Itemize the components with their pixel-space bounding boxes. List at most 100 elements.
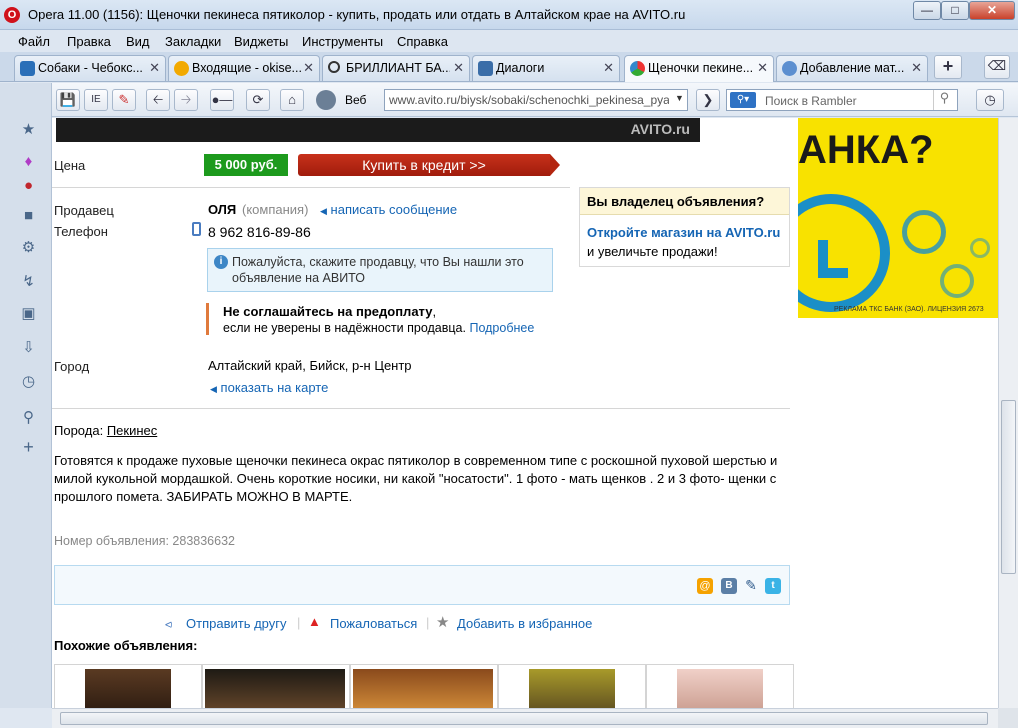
resize-corner[interactable] — [998, 708, 1018, 728]
menu-bar: Файл Правка Вид Закладки Виджеты Инструм… — [0, 30, 1018, 52]
minimize-button[interactable]: — — [913, 1, 941, 20]
forward-arrow-icon[interactable]: 🡢 — [174, 89, 198, 111]
phone-number[interactable]: 8 962 816-89-86 — [208, 224, 311, 240]
tab-5-active[interactable]: Щеночки пекине... ✕ — [624, 55, 774, 82]
rambler-search-engine-icon[interactable]: ⚲▾ — [730, 92, 756, 108]
listing-photo[interactable]: AVITO.ru — [56, 118, 700, 142]
maximize-button[interactable]: □ — [941, 1, 969, 20]
info-icon: i — [214, 255, 228, 269]
more-info-link[interactable]: Подробнее — [469, 321, 534, 335]
notice-text: Пожалуйста, скажите продавцу, что Вы наш… — [232, 255, 524, 285]
reload-icon[interactable]: ⟳ — [246, 89, 270, 111]
close-tab-icon[interactable]: ✕ — [757, 60, 768, 76]
mail-icon[interactable]: @ — [697, 578, 713, 594]
star-icon: ★ — [436, 614, 450, 631]
close-window-button[interactable]: ✕ — [969, 1, 1015, 20]
warning-bold: Не соглашайтесь на предоплату — [223, 304, 433, 319]
address-field[interactable]: www.avito.ru/biysk/sobaki/schenochki_pek… — [384, 89, 688, 111]
price-label: Цена — [54, 158, 86, 173]
clock-icon — [970, 238, 990, 258]
tab-2[interactable]: Входящие - okise... ✕ — [168, 55, 320, 81]
avito-watermark: AVITO.ru — [630, 121, 690, 137]
history-clock-icon[interactable]: ◷ — [976, 89, 1004, 111]
similar-item[interactable] — [498, 664, 646, 708]
search-icon[interactable]: ⚲ — [20, 409, 37, 426]
city-label: Город — [54, 359, 90, 374]
close-tab-icon[interactable]: ✕ — [303, 60, 314, 76]
notes-icon[interactable]: ▣ — [20, 305, 37, 322]
similar-item[interactable] — [646, 664, 794, 708]
write-message-link[interactable]: ◀ написать сообщение — [320, 202, 457, 217]
complain-link[interactable]: Пожаловаться — [330, 616, 417, 631]
scrollbar-thumb[interactable] — [60, 712, 988, 725]
breed-link[interactable]: Пекинес — [107, 423, 157, 438]
similar-item[interactable] — [54, 664, 202, 708]
ie-tab-button[interactable]: IE — [84, 89, 108, 111]
chevron-down-icon[interactable]: ▼ — [675, 93, 685, 103]
new-tab-button[interactable]: + — [934, 55, 962, 79]
similar-item[interactable] — [202, 664, 350, 708]
credit-arrow-icon — [550, 154, 560, 176]
tab-6[interactable]: Добавление мат... ✕ — [776, 55, 928, 81]
tab-bar: Собаки - Чебокс... ✕ Входящие - okise...… — [0, 52, 1018, 82]
menu-widgets[interactable]: Виджеты — [234, 34, 288, 49]
menu-tools[interactable]: Инструменты — [302, 34, 383, 49]
owner-box-title: Вы владелец объявления? — [587, 194, 765, 209]
menu-file[interactable]: Файл — [18, 34, 50, 49]
livejournal-icon[interactable]: ✎ — [743, 577, 759, 593]
gear-icon[interactable]: ⚙ — [20, 239, 37, 256]
horizontal-scrollbar[interactable] — [52, 708, 998, 728]
open-shop-link[interactable]: Откройте магазин на AVITO.ru — [587, 225, 780, 240]
history-clock-icon[interactable]: ◷ — [20, 373, 37, 390]
search-field[interactable]: ⚲▾ Поиск в Rambler ⚲ — [726, 89, 958, 111]
menu-bookmarks[interactable]: Закладки — [165, 34, 221, 49]
separator: | — [426, 615, 430, 630]
back-arrow-icon[interactable]: 🡠 — [146, 89, 170, 111]
similar-item[interactable] — [350, 664, 498, 708]
favorite-link[interactable]: Добавить в избранное — [457, 616, 592, 631]
opera-logo-icon[interactable]: O — [4, 7, 20, 23]
transfers-icon[interactable]: ↯ — [20, 273, 37, 290]
tab-4[interactable]: Диалоги ✕ — [472, 55, 620, 81]
credit-buy-button[interactable]: Купить в кредит >> — [298, 154, 550, 176]
web-globe-icon[interactable] — [316, 90, 336, 110]
add-panel-icon[interactable]: + — [20, 438, 37, 456]
close-tab-icon[interactable]: ✕ — [149, 60, 160, 76]
clock-icon — [902, 210, 946, 254]
show-map-link[interactable]: ◀ показать на карте — [210, 380, 328, 395]
vertical-scrollbar[interactable] — [998, 118, 1018, 708]
menu-help[interactable]: Справка — [397, 34, 448, 49]
edit-pen-icon[interactable]: ✎ — [112, 89, 136, 111]
menu-view[interactable]: Вид — [126, 34, 150, 49]
close-tab-icon[interactable]: ✕ — [603, 60, 614, 76]
send-friend-link[interactable]: Отправить другу — [186, 616, 286, 631]
scrollbar-thumb[interactable] — [1001, 400, 1016, 574]
banner-headline: АНКА? — [798, 128, 934, 172]
speed-dial-icon[interactable]: ■ — [20, 207, 37, 224]
menu-edit[interactable]: Правка — [67, 34, 111, 49]
owner-box-text: и увеличьте продажи! — [587, 244, 718, 259]
downloads-icon[interactable]: ⇩ — [20, 339, 37, 356]
widgets-icon[interactable]: ♦ — [20, 153, 37, 170]
similar-title: Похожие объявления: — [54, 638, 198, 653]
tab-3[interactable]: БРИЛЛИАНТ БА... ✕ — [322, 55, 470, 81]
bookmarks-star-icon[interactable]: ★ — [20, 121, 37, 138]
close-tab-icon[interactable]: ✕ — [911, 60, 922, 76]
unite-icon[interactable]: ● — [20, 177, 37, 194]
fast-forward-icon[interactable]: ❯ — [696, 89, 720, 111]
key-icon[interactable]: ●― — [210, 89, 234, 111]
vk-icon[interactable]: B — [721, 578, 737, 594]
tab-label: Собаки - Чебокс... — [38, 61, 143, 75]
price-badge: 5 000 руб. — [204, 154, 288, 176]
search-go-icon[interactable]: ⚲ — [933, 90, 955, 110]
banner-ad[interactable]: АНКА? РЕКЛАМА ТКС БАНК (ЗАО). ЛИЦЕНЗИЯ 2… — [798, 118, 998, 318]
twitter-icon[interactable]: t — [765, 578, 781, 594]
web-label[interactable]: Веб — [345, 93, 366, 107]
close-tab-icon[interactable]: ✕ — [453, 60, 464, 76]
save-icon[interactable]: 💾 — [56, 89, 80, 111]
banner-footer: РЕКЛАМА ТКС БАНК (ЗАО). ЛИЦЕНЗИЯ 2673 — [834, 306, 984, 313]
phone-label: Телефон — [54, 224, 108, 239]
home-icon[interactable]: ⌂ — [280, 89, 304, 111]
tab-1[interactable]: Собаки - Чебокс... ✕ — [14, 55, 166, 81]
trash-icon[interactable]: ⌫ — [984, 55, 1010, 79]
